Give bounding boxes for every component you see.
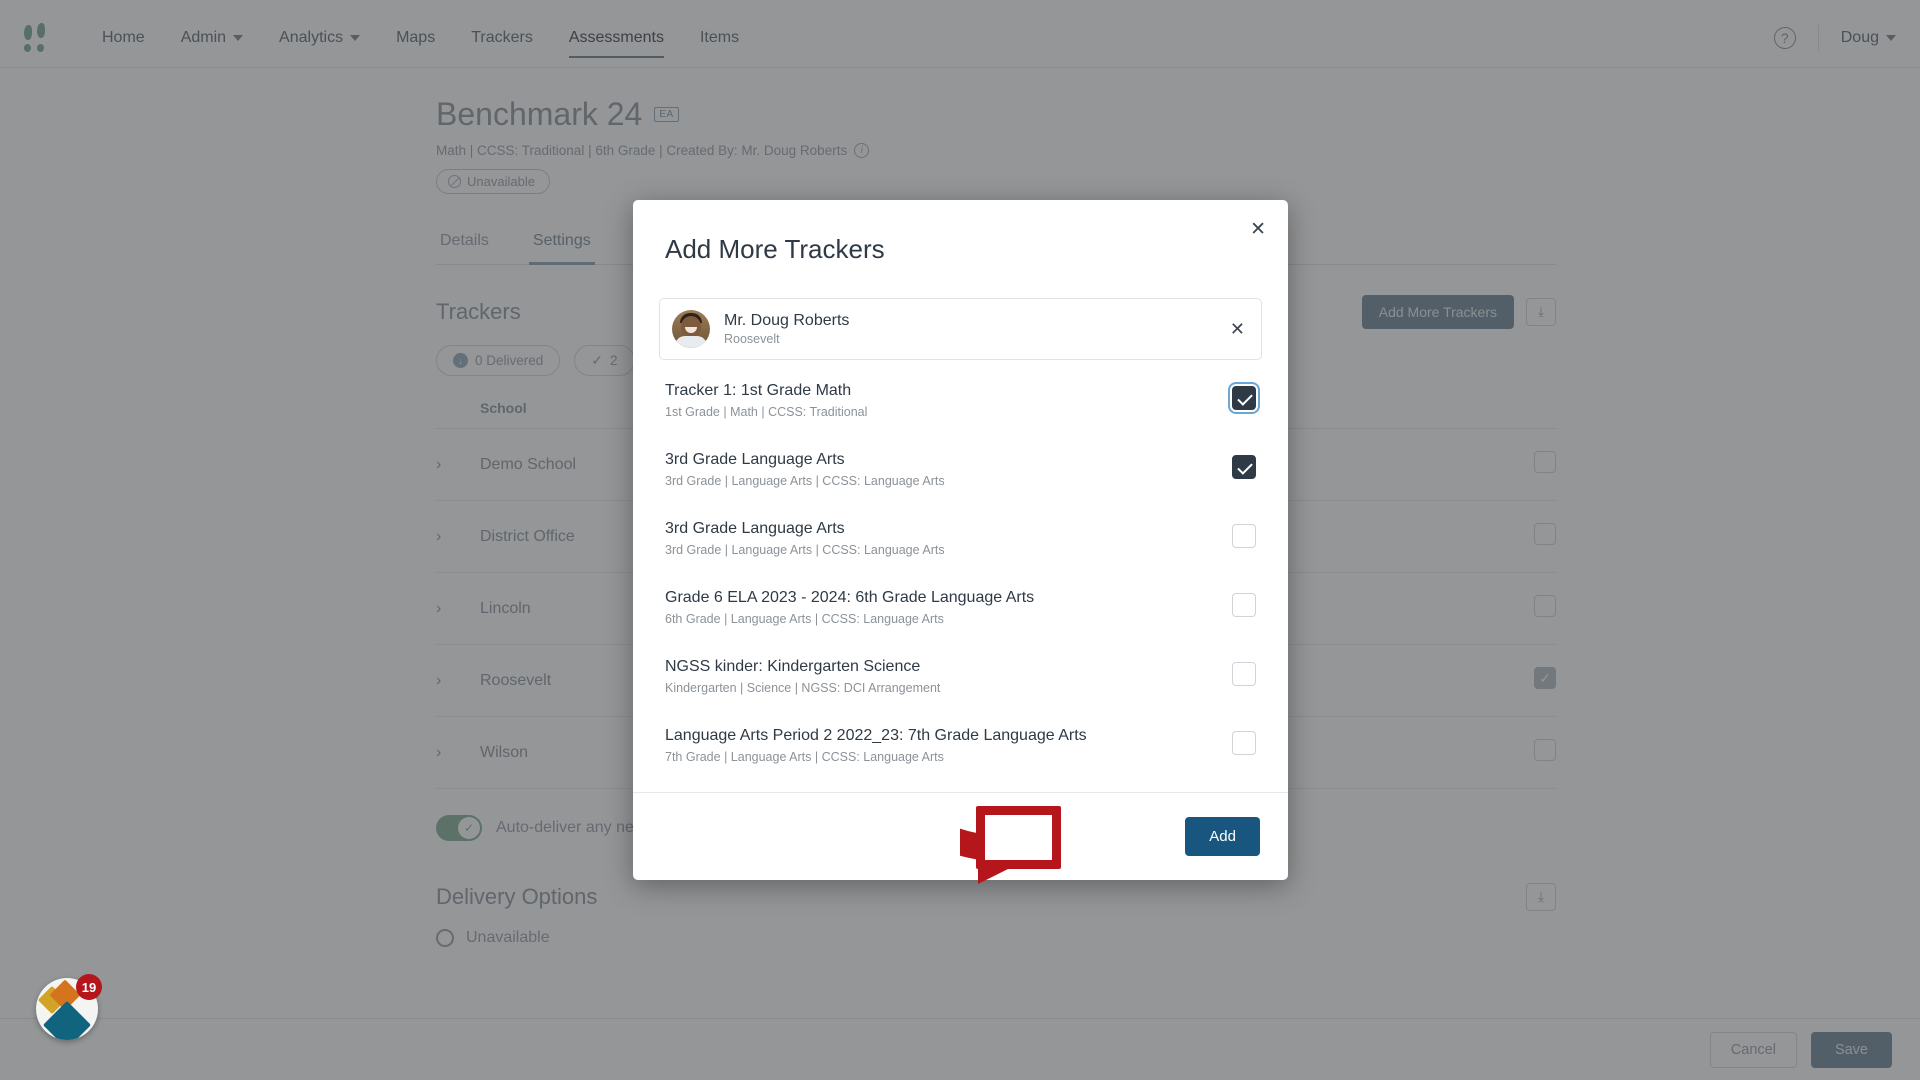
- list-item[interactable]: Language Arts Period 2 2022_23: 7th Grad…: [659, 711, 1262, 780]
- list-item[interactable]: 3rd Grade Language Arts 3rd Grade | Lang…: [659, 435, 1262, 504]
- dialog-title: Add More Trackers: [665, 233, 885, 264]
- dialog-body: Mr. Doug Roberts Roosevelt ✕ Tracker 1: …: [633, 298, 1288, 792]
- list-item[interactable]: NGSS kinder: Kindergarten Science Kinder…: [659, 642, 1262, 711]
- add-button[interactable]: Add: [1185, 817, 1260, 856]
- tracker-checkbox[interactable]: [1228, 382, 1260, 414]
- tracker-meta: 3rd Grade | Language Arts | CCSS: Langua…: [665, 474, 945, 488]
- close-icon[interactable]: ✕: [1250, 220, 1266, 239]
- tracker-checkbox[interactable]: [1232, 662, 1256, 686]
- tracker-meta: 7th Grade | Language Arts | CCSS: Langua…: [665, 750, 944, 764]
- tracker-meta: 6th Grade | Language Arts | CCSS: Langua…: [665, 612, 944, 626]
- tracker-list: Tracker 1: 1st Grade Math 1st Grade | Ma…: [659, 366, 1262, 780]
- tracker-name: Tracker 1: 1st Grade Math: [665, 382, 852, 399]
- tracker-checkbox[interactable]: [1232, 731, 1256, 755]
- tracker-name: 3rd Grade Language Arts: [665, 451, 845, 468]
- avatar: [672, 310, 710, 348]
- tracker-name: 3rd Grade Language Arts: [665, 520, 845, 537]
- tracker-name: NGSS kinder: Kindergarten Science: [665, 658, 921, 675]
- dialog-header: Add More Trackers ✕: [633, 200, 1288, 298]
- tracker-meta: 3rd Grade | Language Arts | CCSS: Langua…: [665, 543, 945, 557]
- add-more-trackers-dialog: Add More Trackers ✕ Mr. Doug Roberts Roo…: [633, 200, 1288, 880]
- tracker-name: Language Arts Period 2 2022_23: 7th Grad…: [665, 727, 1087, 744]
- selected-person-chip: Mr. Doug Roberts Roosevelt ✕: [659, 298, 1262, 360]
- tracker-meta: Kindergarten | Science | NGSS: DCI Arran…: [665, 681, 941, 695]
- tracker-checkbox[interactable]: [1232, 593, 1256, 617]
- dialog-footer: Add: [633, 792, 1288, 880]
- tracker-meta: 1st Grade | Math | CCSS: Traditional: [665, 405, 868, 419]
- add-button-highlight: [976, 806, 1061, 869]
- person-school: Roosevelt: [724, 332, 780, 346]
- remove-person-icon[interactable]: ✕: [1230, 319, 1245, 340]
- person-name: Mr. Doug Roberts: [724, 312, 850, 329]
- list-item[interactable]: 3rd Grade Language Arts 3rd Grade | Lang…: [659, 504, 1262, 573]
- person-text: Mr. Doug Roberts Roosevelt: [724, 312, 849, 346]
- list-item[interactable]: Tracker 1: 1st Grade Math 1st Grade | Ma…: [659, 366, 1262, 435]
- tracker-name: Grade 6 ELA 2023 - 2024: 6th Grade Langu…: [665, 589, 1035, 606]
- support-badge-count: 19: [76, 974, 102, 1000]
- tracker-checkbox[interactable]: [1232, 455, 1256, 479]
- screen: Home Admin Analytics Maps Trackers Asses…: [0, 0, 1920, 1080]
- list-item[interactable]: Grade 6 ELA 2023 - 2024: 6th Grade Langu…: [659, 573, 1262, 642]
- tracker-checkbox[interactable]: [1232, 524, 1256, 548]
- support-launcher[interactable]: 19: [36, 974, 102, 1040]
